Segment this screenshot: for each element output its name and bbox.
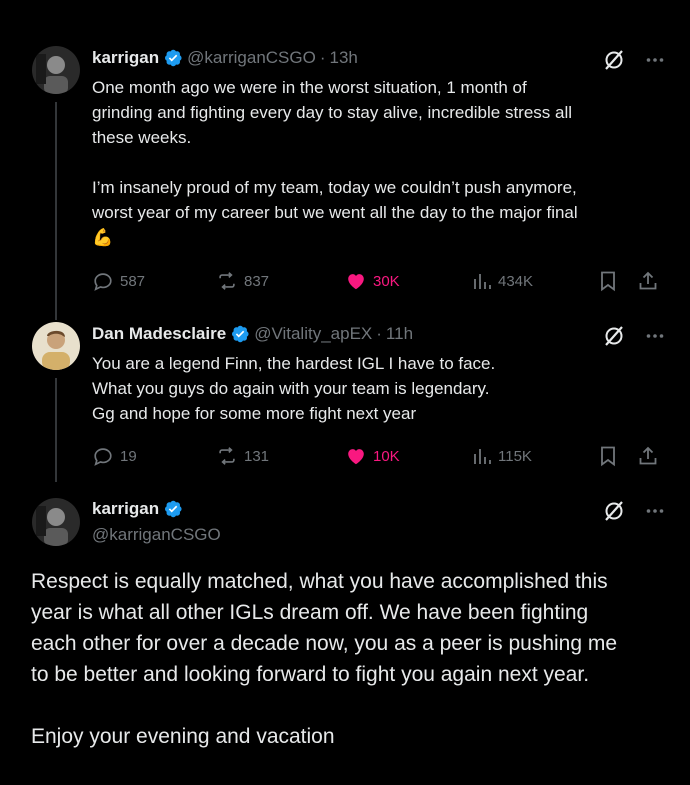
more-icon[interactable]: [645, 501, 665, 521]
author-handle[interactable]: @karriganCSGO: [187, 48, 316, 68]
avatar[interactable]: [32, 498, 80, 546]
avatar[interactable]: [32, 322, 80, 370]
like-icon: [348, 449, 364, 465]
author-handle[interactable]: @Vitality_apEX: [254, 324, 372, 344]
repost-button[interactable]: 837: [216, 270, 269, 292]
view-count: 434K: [498, 272, 534, 290]
verified-badge-icon: [232, 325, 249, 343]
repost-count: 131: [244, 447, 270, 465]
tweet-text: Respect is equally matched, what you hav…: [31, 570, 618, 748]
tweet-text: One month ago we were in the worst situa…: [92, 78, 578, 247]
tweet-actions: 19 131 10K 115K: [92, 444, 662, 468]
views-icon: [474, 274, 491, 289]
like-icon: [348, 274, 364, 290]
bookmark-icon[interactable]: [598, 445, 618, 467]
separator-dot: ·: [376, 324, 382, 343]
repost-count: 837: [244, 272, 270, 290]
views-button[interactable]: 434K: [472, 271, 533, 291]
verified-badge-icon: [165, 500, 182, 518]
bookmark-icon[interactable]: [598, 270, 618, 292]
thread-connector: [55, 378, 57, 482]
avatar[interactable]: [32, 46, 80, 94]
timestamp[interactable]: 13h: [330, 48, 358, 68]
thread-connector: [55, 102, 57, 320]
like-count: 10K: [373, 447, 400, 465]
like-count: 30K: [373, 272, 400, 290]
reply-button[interactable]: 19: [92, 445, 137, 467]
author-handle[interactable]: @karriganCSGO: [92, 525, 221, 545]
verified-badge-icon: [165, 49, 182, 67]
share-icon[interactable]: [637, 270, 659, 292]
author-name[interactable]: karrigan: [92, 48, 159, 68]
repost-icon: [219, 447, 235, 465]
grok-icon[interactable]: [603, 49, 625, 71]
timestamp[interactable]: 11h: [386, 324, 413, 344]
reply-icon: [94, 448, 112, 466]
grok-icon[interactable]: [603, 500, 625, 522]
repost-icon: [219, 272, 235, 290]
repost-button[interactable]: 131: [216, 445, 269, 467]
views-button[interactable]: 115K: [472, 446, 532, 466]
tweet-actions: 587 837 30K 434K: [92, 269, 662, 293]
author-name[interactable]: karrigan: [92, 499, 159, 519]
reply-icon: [94, 273, 112, 291]
more-icon[interactable]: [645, 50, 665, 70]
reply-button[interactable]: 587: [92, 270, 145, 292]
like-button[interactable]: 10K: [345, 445, 400, 467]
like-button[interactable]: 30K: [345, 270, 400, 292]
tweet-text: You are a legend Finn, the hardest IGL I…: [92, 354, 496, 423]
views-icon: [474, 449, 491, 464]
reply-count: 587: [120, 272, 146, 290]
grok-icon[interactable]: [603, 325, 625, 347]
author-name[interactable]: Dan Madesclaire: [92, 324, 226, 344]
separator-dot: ·: [319, 48, 326, 67]
more-icon[interactable]: [645, 326, 665, 346]
view-count: 115K: [498, 447, 532, 465]
share-icon[interactable]: [637, 445, 659, 467]
reply-count: 19: [120, 447, 137, 465]
